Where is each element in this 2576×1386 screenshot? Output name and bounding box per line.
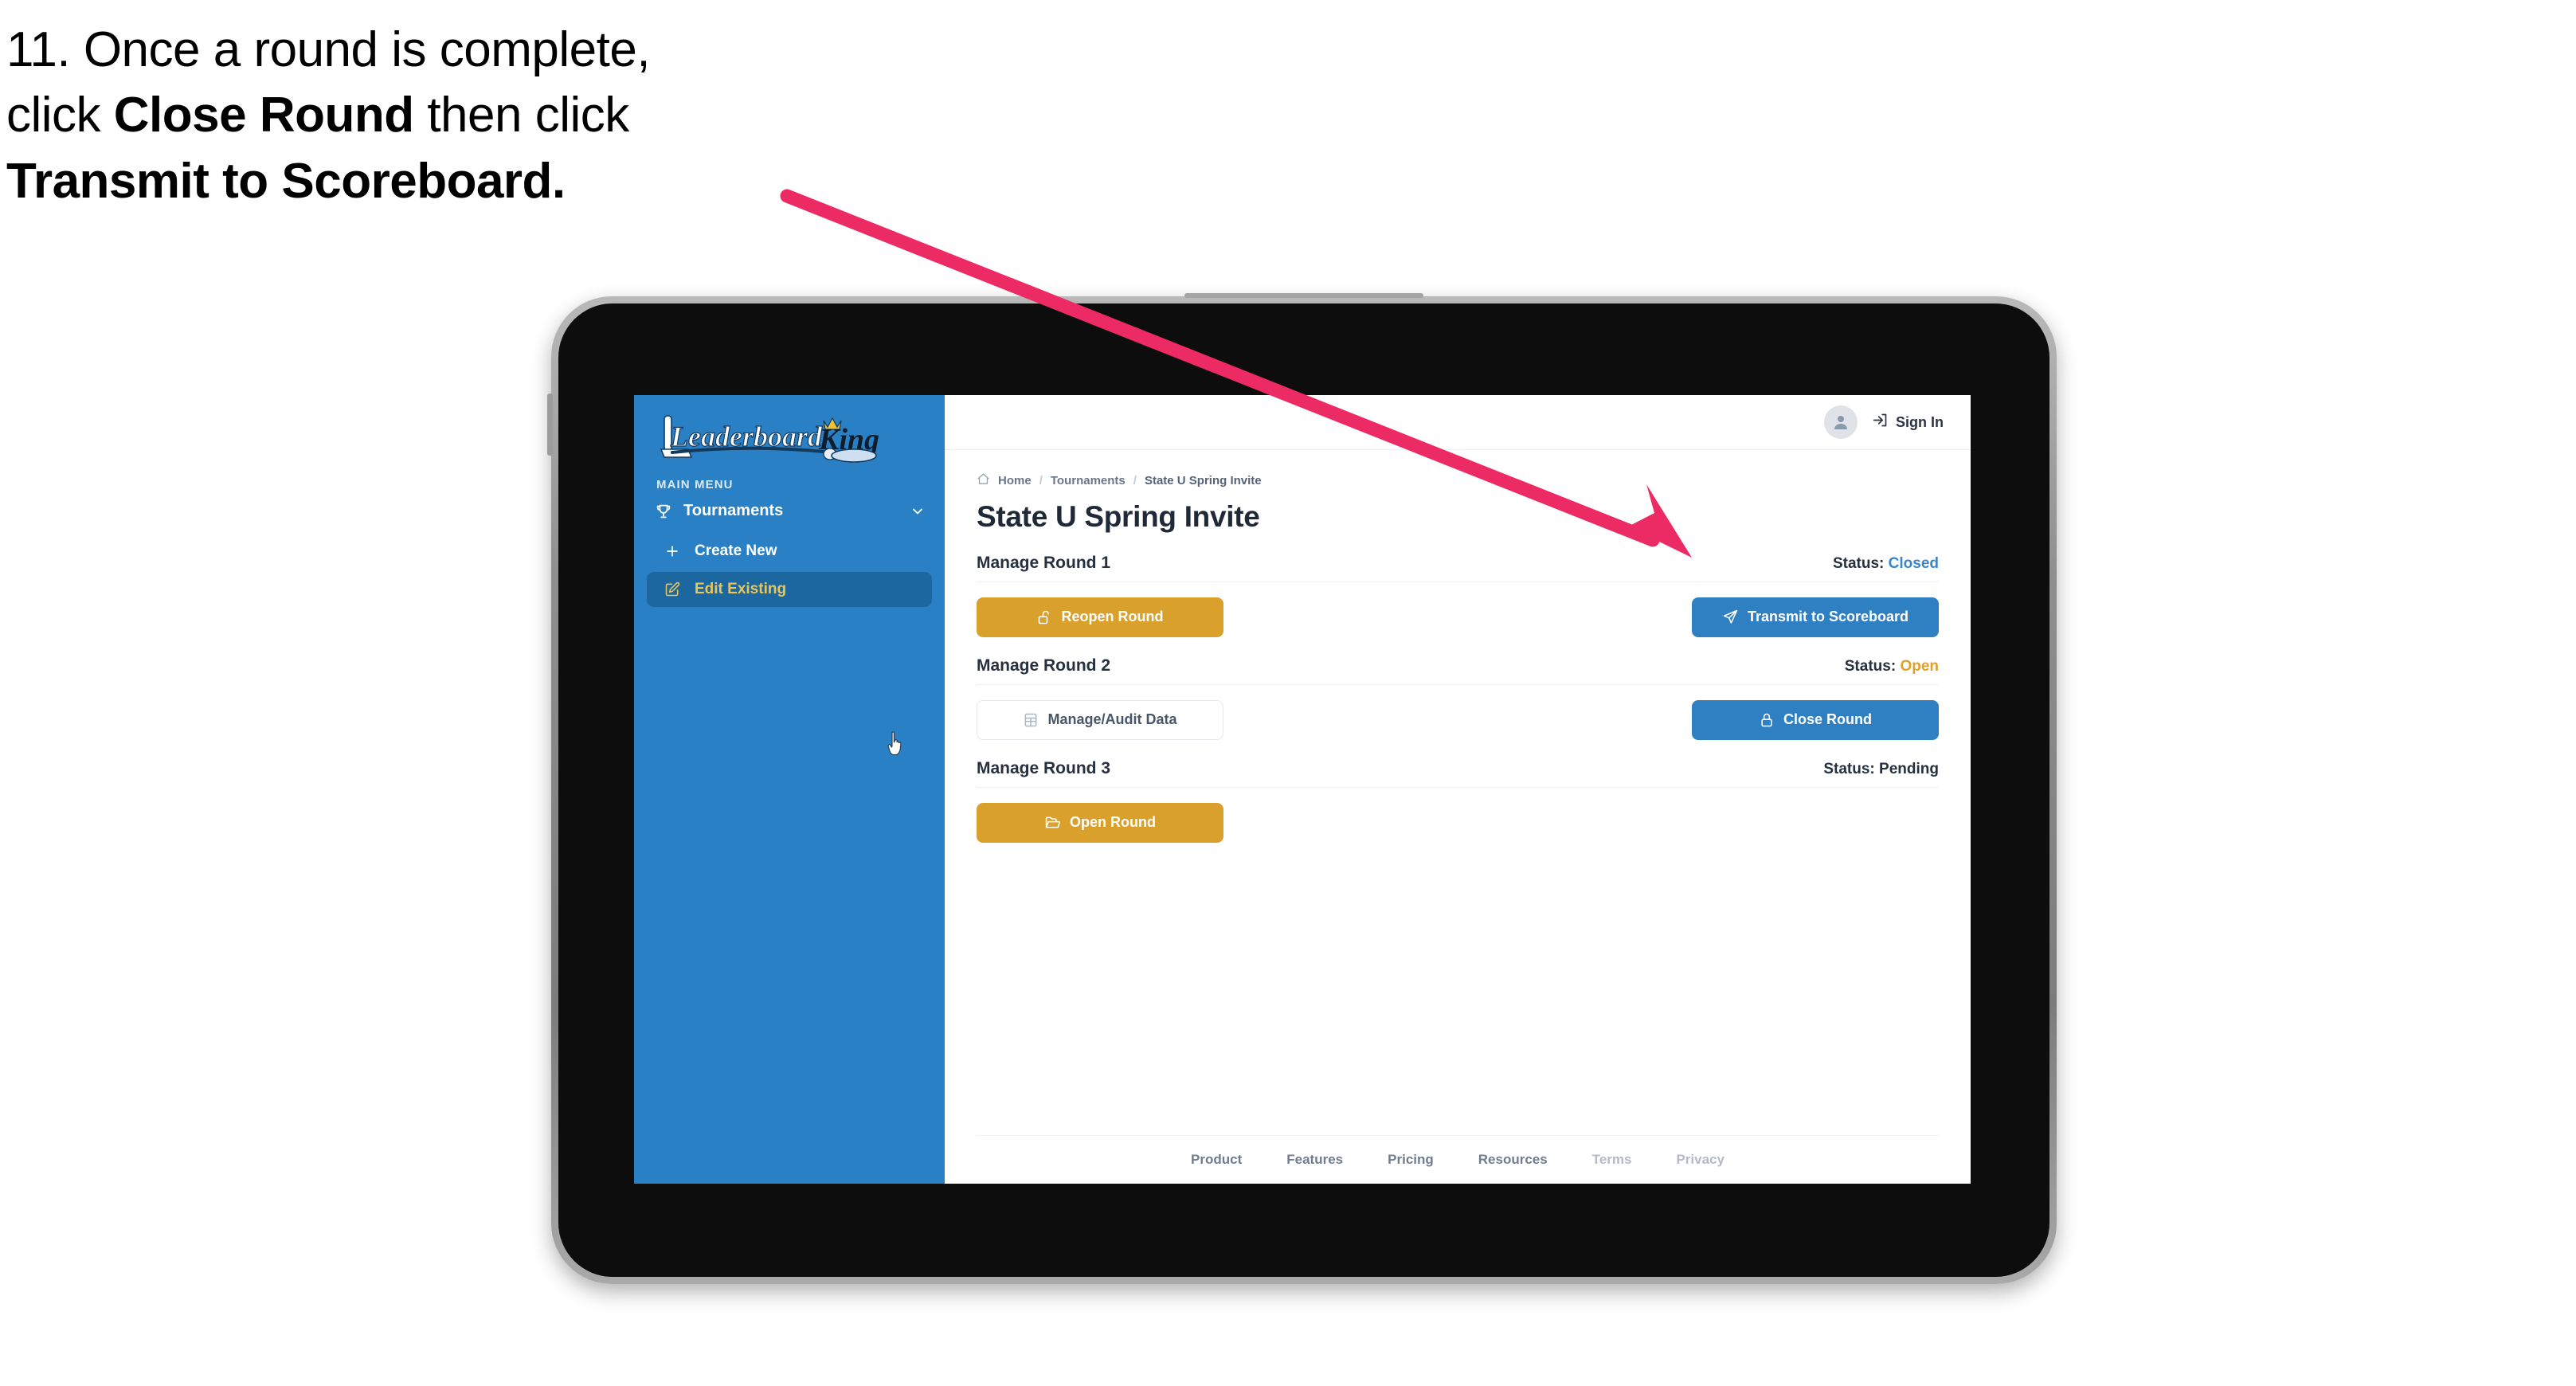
home-icon[interactable] xyxy=(977,472,990,489)
round-3-actions: Open Round xyxy=(977,801,1939,844)
manage-audit-data-button[interactable]: Manage/Audit Data xyxy=(977,699,1223,740)
user-avatar-icon[interactable] xyxy=(1824,405,1858,439)
caption-line-1: 11. Once a round is complete, xyxy=(6,18,867,83)
caption-line-3: Transmit to Scoreboard. xyxy=(6,149,867,214)
tablet-top-speaker xyxy=(1184,293,1423,298)
plus-icon xyxy=(664,543,683,559)
pointing-hand-cursor-icon xyxy=(887,731,908,757)
footer-links: Product Features Pricing Resources Terms… xyxy=(977,1135,1939,1184)
tablet-device-mockup: Leaderboard King MAIN MENU Tournaments C… xyxy=(547,293,2057,1284)
trophy-icon xyxy=(655,503,674,520)
sign-in-arrow-icon xyxy=(1872,412,1889,433)
transmit-to-scoreboard-label: Transmit to Scoreboard xyxy=(1747,609,1909,625)
sign-in-button[interactable]: Sign In xyxy=(1872,412,1944,433)
open-round-label: Open Round xyxy=(1070,814,1156,831)
round-1-header: Manage Round 1 Status: Closed xyxy=(977,554,1939,582)
footer-link-pricing[interactable]: Pricing xyxy=(1388,1152,1434,1168)
tablet-screen: Leaderboard King MAIN MENU Tournaments C… xyxy=(634,395,1971,1184)
round-1-actions: Reopen Round Transmit to Scoreboard xyxy=(977,596,1939,639)
round-2-status: Status: Open xyxy=(1845,658,1939,675)
breadcrumb-item-current: State U Spring Invite xyxy=(1144,474,1262,487)
open-folder-icon xyxy=(1044,814,1061,831)
tablet-volume-button[interactable] xyxy=(547,393,553,456)
main-content: Sign In Home / Tournaments / State U Spr… xyxy=(945,395,1971,1184)
round-3-status: Status: Pending xyxy=(1823,761,1939,778)
leaderboard-king-logo-icon: Leaderboard King xyxy=(660,415,879,463)
open-round-button[interactable]: Open Round xyxy=(977,802,1223,843)
round-3-title: Manage Round 3 xyxy=(977,758,1111,777)
caption-line-2-pre: click xyxy=(6,88,114,143)
caption-line-1-text: Once a round is complete, xyxy=(83,22,651,77)
manage-audit-data-label: Manage/Audit Data xyxy=(1047,711,1177,728)
caption-transmit-bold: Transmit to Scoreboard. xyxy=(6,153,566,209)
edit-pencil-icon xyxy=(664,581,683,597)
caption-step-number: 11. xyxy=(6,22,71,77)
chevron-down-icon[interactable] xyxy=(910,503,926,519)
lock-closed-icon xyxy=(1759,712,1775,728)
unlock-icon xyxy=(1037,609,1053,625)
round-1-status-label: Status: xyxy=(1832,554,1885,572)
breadcrumb-item-home[interactable]: Home xyxy=(998,474,1032,487)
round-block-3: Manage Round 3 Status: Pending Open Roun… xyxy=(977,759,1939,844)
sidebar-item-tournaments-label: Tournaments xyxy=(683,502,784,519)
sidebar-item-edit-existing[interactable]: Edit Existing xyxy=(647,572,932,607)
breadcrumb-separator: / xyxy=(1133,474,1137,487)
breadcrumb: Home / Tournaments / State U Spring Invi… xyxy=(977,472,1939,489)
reopen-round-label: Reopen Round xyxy=(1061,609,1164,625)
round-1-status: Status: Closed xyxy=(1833,555,1939,573)
round-2-status-value: Open xyxy=(1900,657,1939,675)
footer-link-privacy[interactable]: Privacy xyxy=(1676,1152,1725,1168)
round-2-header: Manage Round 2 Status: Open xyxy=(977,656,1939,685)
breadcrumb-separator: / xyxy=(1039,474,1043,487)
round-3-status-value: Pending xyxy=(1879,760,1939,777)
page-title: State U Spring Invite xyxy=(977,500,1260,533)
footer-link-product[interactable]: Product xyxy=(1191,1152,1242,1168)
sidebar-item-create-new[interactable]: Create New xyxy=(647,534,932,569)
round-2-status-label: Status: xyxy=(1844,657,1897,675)
sidebar: Leaderboard King MAIN MENU Tournaments C… xyxy=(634,395,945,1184)
round-2-actions: Manage/Audit Data Close Round xyxy=(977,699,1939,742)
paper-plane-icon xyxy=(1722,609,1739,625)
footer-link-features[interactable]: Features xyxy=(1286,1152,1343,1168)
caption-line-2-post: then click xyxy=(413,88,629,143)
sign-in-label: Sign In xyxy=(1896,413,1944,430)
round-block-2: Manage Round 2 Status: Open Manage/Audit… xyxy=(977,656,1939,742)
footer-link-resources[interactable]: Resources xyxy=(1478,1152,1548,1168)
app-logo[interactable]: Leaderboard King xyxy=(634,395,945,463)
round-2-title: Manage Round 2 xyxy=(977,656,1111,675)
table-grid-icon xyxy=(1023,712,1039,728)
caption-close-round-bold: Close Round xyxy=(113,88,414,143)
round-3-header: Manage Round 3 Status: Pending xyxy=(977,759,1939,788)
round-block-1: Manage Round 1 Status: Closed Reopen Rou… xyxy=(977,554,1939,639)
caption-line-2: click Close Round then click xyxy=(6,83,867,148)
sidebar-item-create-new-label: Create New xyxy=(695,542,777,559)
sidebar-item-edit-existing-label: Edit Existing xyxy=(695,581,787,597)
reopen-round-button[interactable]: Reopen Round xyxy=(977,597,1223,637)
close-round-button[interactable]: Close Round xyxy=(1692,699,1939,740)
sidebar-section-label: MAIN MENU xyxy=(656,478,734,491)
page-content: Home / Tournaments / State U Spring Invi… xyxy=(945,450,1971,1135)
breadcrumb-item-tournaments[interactable]: Tournaments xyxy=(1051,474,1126,487)
footer-link-terms[interactable]: Terms xyxy=(1592,1152,1632,1168)
sidebar-item-tournaments[interactable]: Tournaments xyxy=(634,491,945,531)
round-1-status-value: Closed xyxy=(1888,554,1939,572)
round-1-title: Manage Round 1 xyxy=(977,553,1111,572)
close-round-label: Close Round xyxy=(1783,711,1872,728)
round-3-status-label: Status: xyxy=(1823,760,1875,777)
top-bar: Sign In xyxy=(945,395,1971,450)
transmit-to-scoreboard-button[interactable]: Transmit to Scoreboard xyxy=(1692,597,1939,637)
instruction-caption: 11. Once a round is complete, click Clos… xyxy=(6,18,867,214)
